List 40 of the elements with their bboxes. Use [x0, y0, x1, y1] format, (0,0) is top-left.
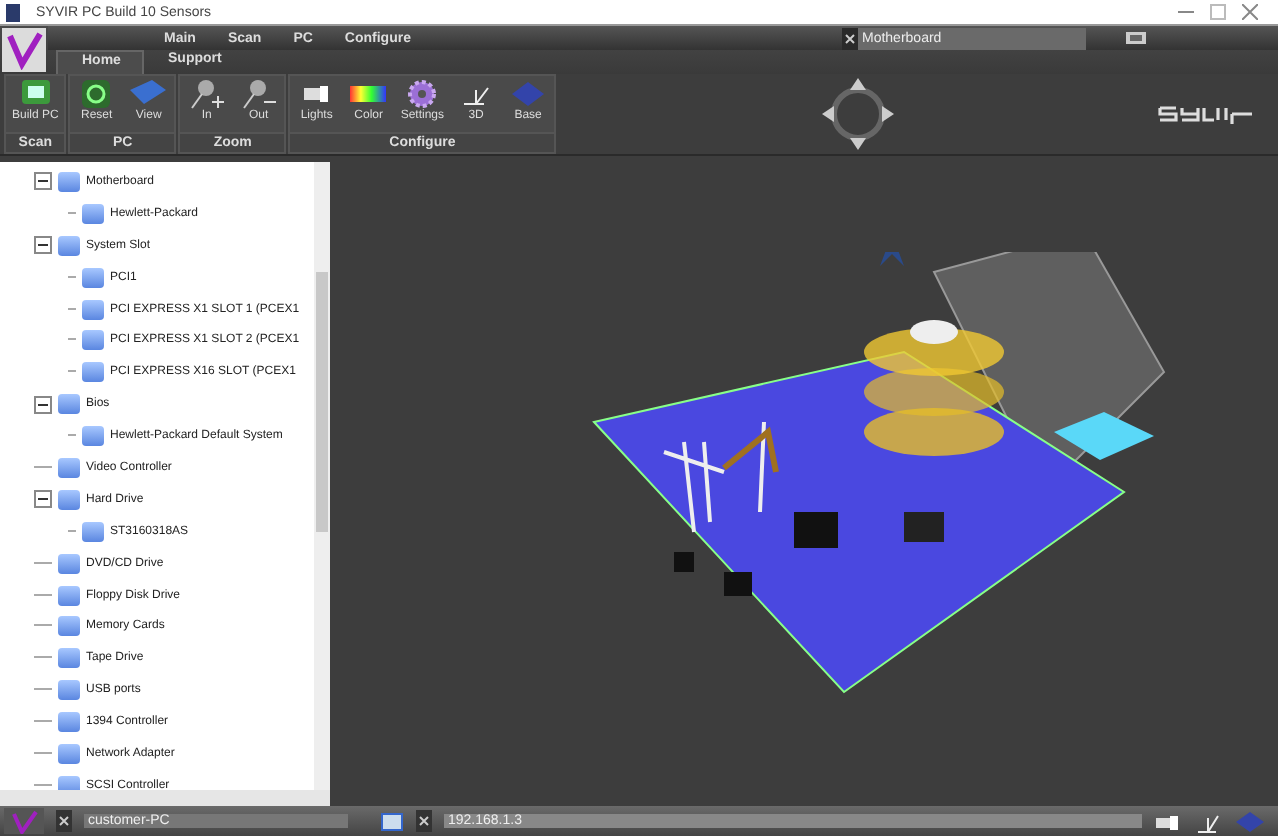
device-icon — [58, 394, 80, 415]
device-icon — [82, 299, 104, 319]
close-icon[interactable] — [1242, 4, 1258, 20]
logo-icon[interactable] — [2, 28, 46, 72]
close-tab-icon[interactable] — [842, 27, 858, 49]
device-icon — [58, 616, 80, 637]
device-icon — [58, 235, 80, 256]
board-icon — [128, 78, 169, 110]
close-icon[interactable] — [416, 810, 432, 832]
device-icon — [58, 553, 80, 574]
close-icon[interactable] — [56, 810, 72, 832]
device-icon — [58, 648, 80, 669]
zoom-out-icon — [238, 78, 279, 110]
device-icon — [58, 712, 80, 733]
device-icon — [58, 457, 80, 478]
app-icon — [6, 3, 20, 21]
collapse-toggle-icon[interactable] — [34, 395, 52, 414]
device-icon — [58, 585, 80, 606]
device-icon — [82, 362, 104, 383]
device-icon — [82, 267, 104, 288]
zoom-in-icon — [186, 78, 227, 110]
device-icon — [58, 680, 80, 701]
collapse-toggle-icon[interactable] — [34, 490, 52, 509]
device-icon — [58, 743, 80, 764]
device-icon — [82, 203, 104, 224]
device-icon — [82, 330, 104, 351]
brand-logo-icon — [1158, 104, 1254, 124]
collapse-toggle-icon[interactable] — [34, 236, 52, 255]
device-icon — [58, 171, 80, 192]
collapse-toggle-icon[interactable] — [34, 172, 52, 191]
base-plate-icon — [508, 78, 549, 110]
device-icon — [58, 489, 80, 510]
lights-icon[interactable] — [1154, 811, 1182, 831]
monitor-icon[interactable] — [380, 811, 404, 831]
horizontal-scrollbar[interactable] — [0, 790, 330, 806]
device-icon — [82, 426, 104, 447]
screen-icon[interactable] — [1126, 31, 1146, 45]
vertical-scrollbar[interactable] — [314, 162, 330, 790]
device-icon — [82, 521, 104, 542]
navigation-pad-icon[interactable] — [817, 74, 898, 154]
